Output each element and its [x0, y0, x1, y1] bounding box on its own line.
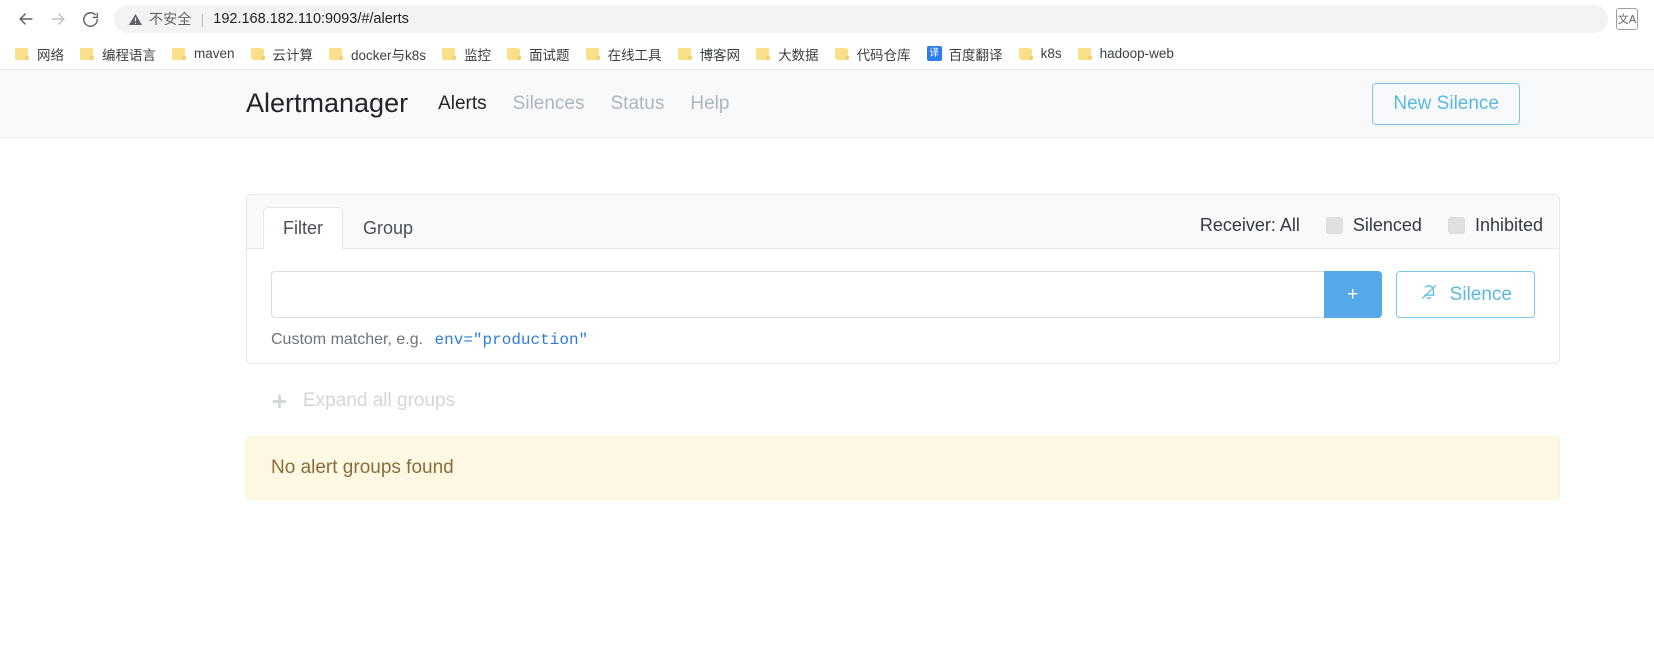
bookmark-label: docker与k8s: [351, 47, 427, 63]
nav-link-alerts[interactable]: Alerts: [438, 93, 487, 115]
silenced-checkbox-group[interactable]: Silenced: [1325, 215, 1422, 236]
silence-button[interactable]: Silence: [1395, 271, 1535, 318]
inhibited-checkbox[interactable]: [1447, 217, 1465, 234]
reload-button[interactable]: [74, 3, 106, 35]
folder-icon: [677, 47, 693, 61]
matcher-helper-example: env="production": [434, 331, 589, 349]
bookmark-item[interactable]: docker与k8s: [322, 41, 433, 67]
bookmark-label: 云计算: [272, 47, 314, 63]
matcher-input[interactable]: [271, 271, 1324, 318]
matcher-helper-prefix: Custom matcher, e.g.: [271, 331, 424, 348]
address-bar[interactable]: 不安全 | 192.168.182.110:9093/#/alerts: [114, 5, 1608, 33]
folder-icon: [442, 47, 457, 61]
filter-card: Filter Group Receiver: All Silenced Inhi…: [246, 194, 1560, 364]
bookmark-item[interactable]: 代码仓库: [828, 41, 918, 67]
bookmark-item[interactable]: hadoop-web: [1071, 43, 1181, 64]
bookmark-item[interactable]: 博客网: [671, 41, 748, 67]
expand-all-groups-label: Expand all groups: [303, 390, 456, 411]
app-navbar: Alertmanager Alerts Silences Status Help…: [0, 70, 1654, 138]
inhibited-checkbox-group[interactable]: Inhibited: [1447, 215, 1543, 236]
bookmark-item[interactable]: 在线工具: [579, 41, 669, 67]
bookmark-label: maven: [194, 46, 235, 61]
bookmark-label: hadoop-web: [1099, 46, 1174, 61]
bookmark-label: 百度翻译: [948, 47, 1003, 63]
matcher-helper-text: Custom matcher, e.g. env="production": [271, 331, 1535, 349]
bookmark-label: 编程语言: [102, 47, 156, 63]
folder-icon: [80, 47, 95, 61]
folder-icon: [756, 47, 771, 61]
expand-all-groups-button[interactable]: Expand all groups: [246, 364, 1560, 412]
folder-icon: [172, 47, 187, 61]
alertmanager-page: Alertmanager Alerts Silences Status Help…: [0, 70, 1654, 500]
silenced-label: Silenced: [1352, 215, 1422, 235]
bookmark-label: 代码仓库: [856, 47, 911, 63]
security-status-text: 不安全: [149, 11, 192, 27]
browser-toolbar: 不安全 | 192.168.182.110:9093/#/alerts 文A: [0, 0, 1654, 38]
bookmarks-bar: 网络 编程语言 maven 云计算 docker与k8s 监控 面试题 在线工具…: [0, 38, 1654, 70]
folder-icon: [1018, 47, 1034, 61]
bookmark-item[interactable]: 编程语言: [73, 41, 163, 67]
translate-icon[interactable]: 文A: [1614, 6, 1640, 32]
bookmark-item[interactable]: 云计算: [244, 41, 321, 67]
app-brand: Alertmanager: [246, 88, 409, 118]
filter-tabs: Filter Group: [263, 207, 433, 249]
filter-options: Receiver: All Silenced Inhibited: [1200, 215, 1543, 248]
bookmark-item[interactable]: 面试题: [500, 41, 577, 67]
empty-state-banner: No alert groups found: [246, 436, 1560, 500]
plus-icon: [270, 392, 289, 411]
receiver-selector[interactable]: Receiver: All: [1200, 215, 1300, 236]
folder-icon: [329, 47, 344, 61]
omnibox-separator: |: [200, 11, 205, 27]
nav-links: Alerts Silences Status Help: [438, 93, 1372, 115]
filter-card-body: + Silence Custom matcher, e.g. env="prod…: [247, 249, 1559, 363]
warning-triangle-icon: [128, 12, 143, 27]
bookmark-item[interactable]: 网络: [8, 41, 71, 67]
bookmark-item[interactable]: k8s: [1012, 43, 1069, 64]
bookmark-label: 博客网: [699, 47, 741, 63]
tab-group[interactable]: Group: [343, 207, 433, 249]
folder-icon: [834, 47, 850, 61]
inhibited-label: Inhibited: [1474, 215, 1543, 235]
nav-link-status[interactable]: Status: [611, 93, 665, 115]
add-matcher-button[interactable]: +: [1323, 271, 1382, 318]
bookmark-label: k8s: [1040, 46, 1062, 61]
back-button[interactable]: [10, 3, 42, 35]
folder-icon: [15, 47, 30, 61]
bookmark-label: 面试题: [529, 47, 570, 63]
bookmark-item[interactable]: 大数据: [749, 41, 826, 67]
translate-favicon-icon: 译: [926, 46, 942, 61]
folder-icon: [1077, 47, 1093, 61]
tab-filter[interactable]: Filter: [263, 207, 343, 249]
folder-icon: [507, 47, 522, 61]
browser-chrome: 不安全 | 192.168.182.110:9093/#/alerts 文A 网…: [0, 0, 1654, 70]
bookmark-label: 大数据: [778, 47, 819, 63]
bell-slash-icon: [1419, 282, 1439, 308]
nav-link-silences[interactable]: Silences: [513, 93, 585, 115]
silence-button-label: Silence: [1449, 283, 1512, 305]
silenced-checkbox[interactable]: [1325, 217, 1343, 234]
bookmark-item[interactable]: 译 百度翻译: [920, 41, 1010, 67]
bookmark-label: 监控: [464, 47, 492, 63]
bookmark-item[interactable]: 监控: [435, 41, 498, 67]
folder-icon: [585, 47, 601, 61]
bookmark-item[interactable]: maven: [165, 43, 242, 64]
bookmark-label: 在线工具: [607, 47, 662, 63]
address-bar-url: 192.168.182.110:9093/#/alerts: [213, 11, 409, 27]
filter-card-header: Filter Group Receiver: All Silenced Inhi…: [247, 195, 1559, 249]
matcher-input-group: + Silence: [271, 271, 1535, 318]
forward-button[interactable]: [42, 3, 74, 35]
bookmark-label: 网络: [37, 47, 64, 63]
nav-link-help[interactable]: Help: [690, 93, 729, 115]
folder-icon: [250, 47, 266, 61]
page-content: Filter Group Receiver: All Silenced Inhi…: [0, 138, 1654, 500]
new-silence-button[interactable]: New Silence: [1372, 82, 1520, 125]
